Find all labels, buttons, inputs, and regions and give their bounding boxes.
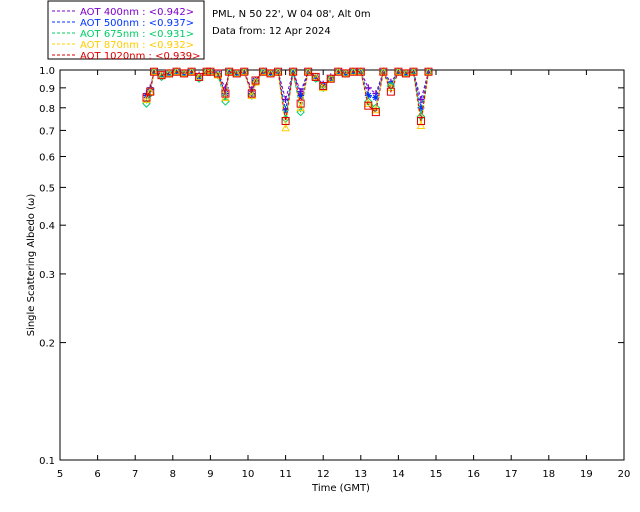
x-tick-label: 14 [392, 469, 405, 480]
legend: AOT 400nm : <0.942>AOT 500nm : <0.937>AO… [47, 0, 205, 62]
x-tick-label: 16 [467, 469, 480, 480]
info-block: PML, N 50 22', W 04 08', Alt 0m Data fro… [212, 9, 371, 37]
y-tick-label: 0.6 [39, 153, 55, 164]
legend-entry: AOT 675nm : <0.931> [80, 29, 194, 40]
legend-entry: AOT 500nm : <0.937> [80, 18, 194, 29]
y-tick-label: 0.9 [39, 84, 55, 95]
legend-entry: AOT 1020nm : <0.939> [80, 51, 200, 62]
x-tick-label: 13 [354, 469, 367, 480]
date-info: Data from: 12 Apr 2024 [212, 26, 331, 37]
x-tick-label: 7 [132, 469, 138, 480]
x-tick-label: 9 [207, 469, 213, 480]
y-tick-label: 0.7 [39, 126, 55, 137]
series-layer [142, 67, 433, 132]
y-tick-label: 0.2 [39, 339, 55, 350]
y-tick-label: 0.1 [39, 456, 55, 467]
legend-entry: AOT 400nm : <0.942> [80, 7, 194, 18]
y-axis: 1.0 0.9 0.8 0.7 0.6 0.5 0.4 0.3 0.2 0.1 [39, 66, 624, 467]
x-tick-label: 10 [242, 469, 255, 480]
x-tick-label: 8 [170, 469, 176, 480]
x-tick-label: 18 [542, 469, 555, 480]
x-tick-label: 15 [430, 469, 443, 480]
y-axis-title: Single Scattering Albedo (ω) [26, 194, 37, 337]
series-4 [142, 67, 433, 125]
y-tick-label: 0.4 [39, 221, 55, 232]
series-line [146, 70, 429, 102]
scattering-albedo-chart: AOT 400nm : <0.942>AOT 500nm : <0.937>AO… [26, 0, 631, 494]
plot-area [59, 69, 625, 461]
x-tick-label: 20 [618, 469, 631, 480]
x-tick-label: 17 [505, 469, 518, 480]
x-axis-title: Time (GMT) [311, 483, 370, 494]
x-axis: 5 6 7 8 9 10 11 12 13 14 15 16 17 18 19 20 [57, 70, 631, 480]
x-tick-label: 19 [580, 469, 593, 480]
location-info: PML, N 50 22', W 04 08', Alt 0m [212, 9, 371, 20]
x-tick-label: 11 [279, 469, 292, 480]
y-tick-label: 0.5 [39, 183, 55, 194]
legend-entry: AOT 870nm : <0.932> [80, 40, 194, 51]
y-tick-label: 1.0 [39, 66, 55, 77]
x-tick-label: 12 [317, 469, 330, 480]
y-tick-label: 0.3 [39, 270, 55, 281]
x-tick-label: 5 [57, 469, 63, 480]
x-tick-label: 6 [94, 469, 100, 480]
y-tick-label: 0.8 [39, 104, 55, 115]
